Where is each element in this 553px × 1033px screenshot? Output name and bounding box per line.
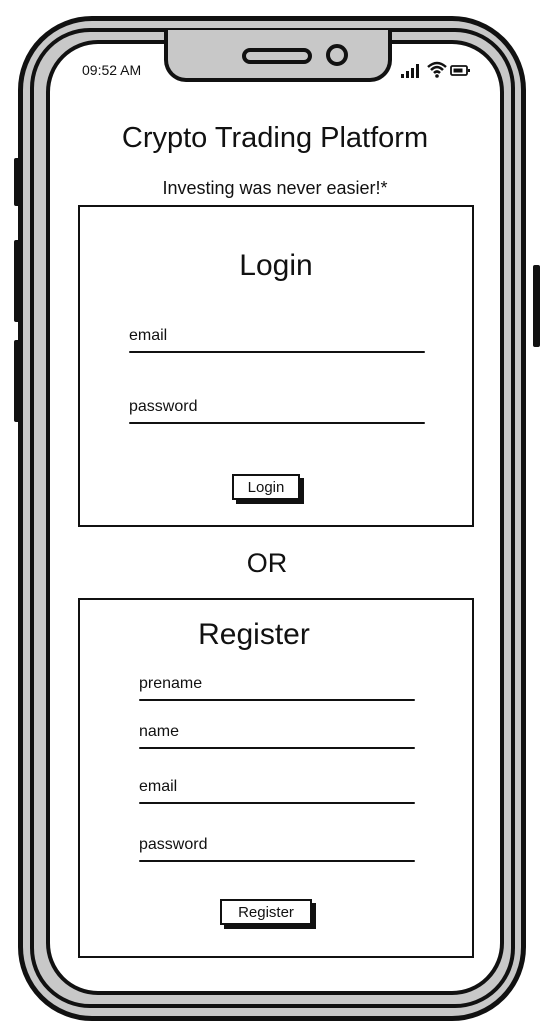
status-time: 09:52 AM (82, 62, 142, 78)
register-password-label: password (139, 836, 208, 853)
register-name-underline (139, 747, 415, 749)
login-title: Login (239, 249, 313, 282)
wifi-icon (427, 61, 447, 78)
register-password-field[interactable]: password (139, 836, 415, 862)
login-password-label: password (129, 398, 198, 415)
register-prename-field[interactable]: prename (139, 675, 415, 701)
register-button[interactable]: Register (220, 899, 312, 925)
register-name-field[interactable]: name (139, 723, 415, 749)
signal-icon (401, 64, 419, 78)
side-button-power (533, 265, 540, 347)
login-password-field[interactable]: password (129, 398, 425, 424)
status-icons (400, 60, 472, 80)
register-email-field[interactable]: email (139, 778, 415, 804)
speaker-icon (242, 48, 312, 64)
login-email-label: email (129, 327, 168, 344)
register-password-underline (139, 860, 415, 862)
register-email-underline (139, 802, 415, 804)
login-email-field[interactable]: email (129, 327, 425, 353)
camera-icon (326, 44, 348, 66)
battery-icon (450, 65, 470, 76)
login-card: Login email password Login (78, 205, 474, 527)
register-prename-label: prename (139, 675, 203, 692)
login-email-underline (129, 351, 425, 353)
register-prename-underline (139, 699, 415, 701)
or-separator: OR (246, 548, 288, 578)
register-email-label: email (139, 778, 178, 795)
register-card: Register prename name email password Reg… (78, 598, 474, 958)
app-title: Crypto Trading Platform (121, 122, 429, 154)
side-button-volume-down (14, 340, 20, 422)
side-button-volume-up (14, 240, 20, 322)
register-name-label: name (139, 723, 180, 740)
login-password-underline (129, 422, 425, 424)
register-title: Register (198, 618, 310, 651)
app-subtitle: Investing was never easier!* (162, 178, 388, 198)
side-button-silent (14, 158, 20, 206)
login-button[interactable]: Login (232, 474, 300, 500)
